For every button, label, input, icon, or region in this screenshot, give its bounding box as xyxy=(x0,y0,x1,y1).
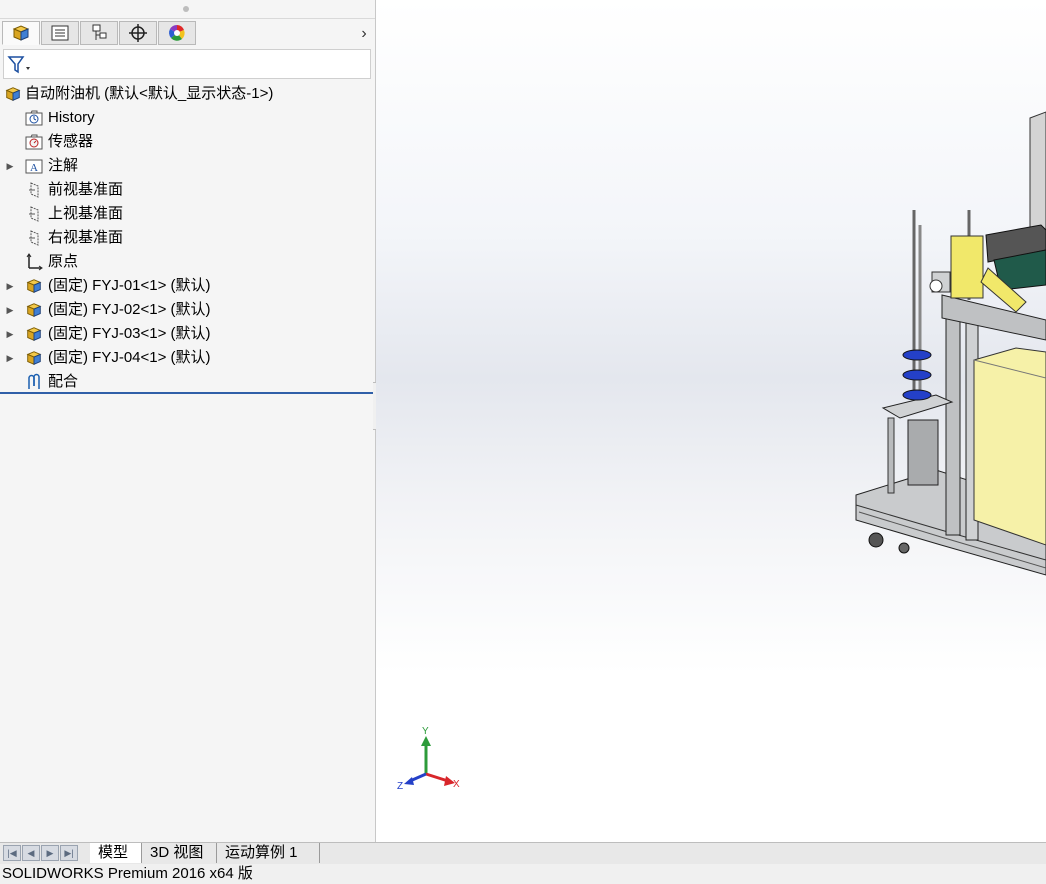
dimxpert-tab[interactable] xyxy=(119,21,157,45)
expand-arrow-icon[interactable]: ▶ xyxy=(5,274,15,298)
tree-item-label: 上视基准面 xyxy=(48,205,124,222)
tab-motion-study[interactable]: 运动算例 1 xyxy=(217,843,320,863)
chevron-right-icon[interactable]: › xyxy=(356,24,372,44)
tree-item-fyj-04[interactable]: ▶ (固定) FYJ-04<1> (默认) xyxy=(0,346,375,370)
tree-item-fyj-02[interactable]: ▶ (固定) FYJ-02<1> (默认) xyxy=(0,298,375,322)
plane-icon xyxy=(25,229,43,247)
panel-tabbar: › xyxy=(0,19,375,47)
svg-text:A: A xyxy=(30,162,38,174)
tree-item-label: (固定) FYJ-03<1> (默认) xyxy=(48,325,211,342)
crosshair-icon xyxy=(129,24,147,42)
tree-item-label: 前视基准面 xyxy=(48,181,124,198)
last-tab-icon[interactable]: ▶| xyxy=(60,845,78,861)
subassembly-icon xyxy=(25,349,43,367)
graphics-area[interactable]: Y X Z xyxy=(376,0,1046,842)
tree-item-right-plane[interactable]: 右视基准面 xyxy=(0,226,375,250)
tree-item-history[interactable]: History xyxy=(0,106,375,130)
panel-grip[interactable] xyxy=(0,0,375,19)
machine-model xyxy=(855,111,1046,576)
expand-arrow-icon[interactable]: ▶ xyxy=(5,154,15,178)
tab-model[interactable]: 模型 xyxy=(90,843,142,863)
triad-y-label: Y xyxy=(422,726,429,737)
expand-arrow-icon[interactable]: ▶ xyxy=(5,322,15,346)
plane-icon xyxy=(25,181,43,199)
triad-z-label: Z xyxy=(397,781,404,792)
tree-item-label: History xyxy=(48,109,95,126)
tree-item-label: 注解 xyxy=(48,157,79,174)
featuremanager-tab[interactable] xyxy=(2,21,40,45)
subassembly-icon xyxy=(25,325,43,343)
tree-item-label: (固定) FYJ-04<1> (默认) xyxy=(48,349,211,366)
tree-item-sensors[interactable]: 传感器 xyxy=(0,130,375,154)
sensor-folder-icon xyxy=(25,133,43,151)
propertymanager-tab[interactable] xyxy=(41,21,79,45)
tree-item-label: 传感器 xyxy=(48,133,94,150)
first-tab-icon[interactable]: |◀ xyxy=(3,845,21,861)
tree-item-top-plane[interactable]: 上视基准面 xyxy=(0,202,375,226)
tree-item-annotations[interactable]: ▶ A 注解 xyxy=(0,154,375,178)
expand-arrow-icon[interactable]: ▶ xyxy=(5,346,15,370)
tree-root[interactable]: 自动附油机 (默认<默认_显示状态-1>) xyxy=(0,82,375,106)
tree-item-label: 右视基准面 xyxy=(48,229,124,246)
annotation-folder-icon: A xyxy=(25,157,43,175)
next-tab-icon[interactable]: ▶ xyxy=(41,845,59,861)
rollback-bar[interactable] xyxy=(0,392,373,394)
grip-dot xyxy=(183,6,189,12)
coordinate-triad xyxy=(404,736,455,786)
tree-root-label: 自动附油机 (默认<默认_显示状态-1>) xyxy=(25,85,274,102)
filter-bar[interactable] xyxy=(3,49,371,79)
tree-item-fyj-03[interactable]: ▶ (固定) FYJ-03<1> (默认) xyxy=(0,322,375,346)
featuremanager-panel: › 自动附油机 (默认<默认_显示状态-1>) History 传感器 ▶ A … xyxy=(0,0,376,842)
expand-arrow-icon[interactable]: ▶ xyxy=(5,298,15,322)
filter-icon xyxy=(7,56,30,74)
assembly-icon xyxy=(4,85,22,103)
assembly-icon xyxy=(12,25,30,41)
color-wheel-icon xyxy=(169,24,185,41)
plane-icon xyxy=(25,205,43,223)
tree-item-label: (固定) FYJ-02<1> (默认) xyxy=(48,301,211,318)
tree-item-fyj-01[interactable]: ▶ (固定) FYJ-01<1> (默认) xyxy=(0,274,375,298)
tree-item-origin[interactable]: 原点 xyxy=(0,250,375,274)
tree-item-mates[interactable]: 配合 xyxy=(0,370,375,394)
prev-tab-icon[interactable]: ◀ xyxy=(22,845,40,861)
status-text: SOLIDWORKS Premium 2016 x64 版 xyxy=(2,865,253,882)
origin-icon xyxy=(25,253,43,271)
bottom-tabbar: |◀ ◀ ▶ ▶| 模型 3D 视图 运动算例 1 xyxy=(0,842,1046,865)
status-bar: SOLIDWORKS Premium 2016 x64 版 xyxy=(0,864,1046,884)
mates-icon xyxy=(25,373,43,391)
triad-x-label: X xyxy=(453,779,460,790)
tree-item-label: (固定) FYJ-01<1> (默认) xyxy=(48,277,211,294)
display-manager-tab[interactable] xyxy=(158,21,196,45)
configuration-icon xyxy=(92,24,107,40)
tab-3d-view[interactable]: 3D 视图 xyxy=(142,843,217,863)
tree-item-front-plane[interactable]: 前视基准面 xyxy=(0,178,375,202)
history-folder-icon xyxy=(25,109,43,127)
configurationmanager-tab[interactable] xyxy=(80,21,118,45)
property-list-icon xyxy=(51,25,69,41)
subassembly-icon xyxy=(25,277,43,295)
subassembly-icon xyxy=(25,301,43,319)
tree-item-label: 配合 xyxy=(48,373,79,390)
tree-item-label: 原点 xyxy=(48,253,79,270)
